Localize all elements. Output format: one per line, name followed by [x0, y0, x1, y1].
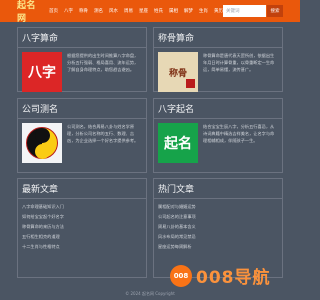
panel-title[interactable]: 称骨算命	[154, 28, 282, 48]
panel-description: 称骨算命是唐代袁天罡所创，依据出生年月日时计算骨重，以骨重断定一生命运，简单易懂…	[203, 53, 275, 72]
seal-icon	[186, 79, 195, 88]
search-button[interactable]: 搜索	[267, 5, 283, 17]
nav-item-fengshui[interactable]: 风水	[109, 8, 118, 14]
list-item[interactable]: 周易八卦的基本含义	[158, 222, 278, 232]
panel-qiming: 八字起名 起名 结合宝宝生辰八字，分析五行喜忌，从诗词典籍中精选吉祥美名，让名字…	[153, 98, 283, 173]
site-logo[interactable]: 起名网	[17, 0, 43, 24]
nav-item-chenggu[interactable]: 称骨	[79, 8, 88, 14]
panel-title[interactable]: 八字算命	[18, 28, 146, 48]
taiji-icon	[26, 127, 58, 159]
article-list: 八字命理基础知识入门 如何给宝宝起个好名字 称骨算命的来历与方法 五行相生相克的…	[18, 199, 146, 255]
nav-item-jiemeng[interactable]: 解梦	[184, 8, 193, 14]
nav-item-zhouyi[interactable]: 周易	[124, 8, 133, 14]
panel-chenggu: 称骨算命 称骨 称骨算命是唐代袁天罡所创，依据出生年月日时计算骨重，以骨重断定一…	[153, 27, 283, 92]
list-item[interactable]: 属相配对与婚姻运势	[158, 202, 278, 212]
chenggu-thumb-text: 称骨	[168, 68, 187, 79]
list-item[interactable]: 八字命理基础知识入门	[22, 202, 142, 212]
article-list: 属相配对与婚姻运势 公司起名的注意事项 周易八卦的基本含义 风水布局的常见禁忌 …	[154, 199, 282, 255]
nav-item-ceming[interactable]: 测名	[94, 8, 103, 14]
top-nav-bar: 起名网 首页 八字 称骨 测名 风水 周易 星座 姓氏 属相 解梦 生肖 黄历 …	[0, 0, 300, 24]
panel-latest-articles: 最新文章 八字命理基础知识入门 如何给宝宝起个好名字 称骨算命的来历与方法 五行…	[17, 178, 147, 278]
chenggu-thumbnail[interactable]: 称骨	[158, 52, 198, 92]
nav-item-xingzuo[interactable]: 星座	[139, 8, 148, 14]
list-item[interactable]: 十二生肖与性格特点	[22, 242, 142, 252]
nav-item-huangli[interactable]: 黄历	[214, 8, 223, 14]
nav-item-home[interactable]: 首页	[49, 8, 58, 14]
search-input[interactable]: 关键词	[223, 5, 266, 17]
list-item[interactable]: 称骨算命的来历与方法	[22, 222, 142, 232]
watermark-badge-icon: 008	[170, 264, 192, 287]
panel-title[interactable]: 公司测名	[18, 99, 146, 119]
footer-copyright: © 2024 起名网 Copyright	[125, 291, 175, 296]
bazi-thumbnail[interactable]: 八字	[22, 52, 62, 92]
panel-description: 公司测名，结合周易八卦与姓名学原理，分析公司名称的五行、数理、吉凶，为企业选择一…	[67, 124, 139, 143]
panel-description: 结合宝宝生辰八字，分析五行喜忌，从诗词典籍中精选吉祥美名，让名字与命理相辅相成，…	[203, 124, 275, 143]
panel-title: 热门文章	[154, 179, 282, 199]
list-item[interactable]: 公司起名的注意事项	[158, 212, 278, 222]
watermark: 008 008导航	[170, 263, 271, 288]
list-item[interactable]: 五行相生相克的道理	[22, 232, 142, 242]
list-item[interactable]: 风水布局的常见禁忌	[158, 232, 278, 242]
nav-item-bazi[interactable]: 八字	[64, 8, 73, 14]
nav-item-shuxiang[interactable]: 属相	[169, 8, 178, 14]
qiming-thumbnail[interactable]: 起名	[158, 123, 198, 163]
panel-title: 最新文章	[18, 179, 146, 199]
watermark-text: 008导航	[196, 268, 271, 288]
panel-gongsi: 公司测名 公司测名，结合周易八卦与姓名学原理，分析公司名称的五行、数理、吉凶，为…	[17, 98, 147, 173]
nav-item-xingshi[interactable]: 姓氏	[154, 8, 163, 14]
list-item[interactable]: 如何给宝宝起个好名字	[22, 212, 142, 222]
panel-bazi: 八字算命 八字 根据您提供的出生时间推算八字命盘，分析五行强弱、格局喜用、流年运…	[17, 27, 147, 92]
list-item[interactable]: 星座运势每周解析	[158, 242, 278, 252]
panel-description: 根据您提供的出生时间推算八字命盘，分析五行强弱、格局喜用、流年运势，了解自身命理…	[67, 53, 139, 72]
gongsi-thumbnail[interactable]	[22, 123, 62, 163]
nav-item-shengxiao[interactable]: 生肖	[199, 8, 208, 14]
panel-title[interactable]: 八字起名	[154, 99, 282, 119]
